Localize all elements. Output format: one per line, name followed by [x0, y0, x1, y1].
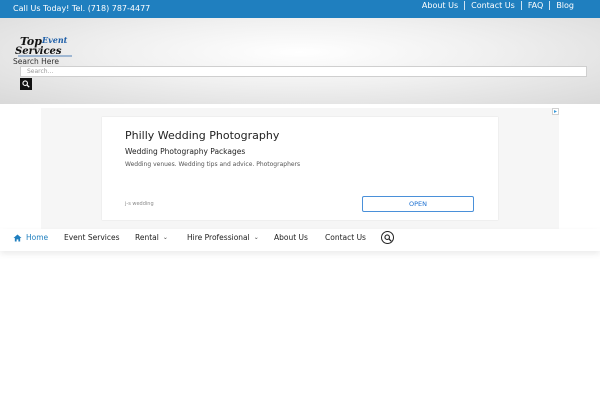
- top-nav: About Us Contact Us FAQ Blog: [416, 0, 580, 10]
- top-link-about-us[interactable]: About Us: [416, 1, 464, 10]
- home-icon: [13, 234, 22, 242]
- chevron-down-icon: ⌄: [162, 234, 168, 241]
- logo-services-text: Services: [15, 46, 62, 57]
- ad-title[interactable]: Philly Wedding Photography: [125, 129, 279, 142]
- nav-item-about-us[interactable]: About Us: [274, 233, 308, 243]
- nav-label-contact-us: Contact Us: [325, 233, 366, 242]
- ad-subtitle: Wedding Photography Packages: [125, 147, 246, 156]
- ad-choices-icon[interactable]: [552, 108, 559, 115]
- top-link-contact-us[interactable]: Contact Us: [464, 0, 521, 10]
- search-label: Search Here: [13, 57, 59, 66]
- search-input[interactable]: [20, 66, 587, 77]
- nav-item-contact-us[interactable]: Contact Us: [325, 233, 366, 243]
- ad-description: Wedding venues. Wedding tips and advice.…: [125, 161, 301, 168]
- logo-event-text: Event: [41, 35, 68, 45]
- site-logo[interactable]: Top Event Services: [14, 34, 76, 58]
- nav-label-rental: Rental: [135, 233, 159, 242]
- search-icon: [22, 80, 30, 88]
- nav-label-about-us: About Us: [274, 233, 308, 242]
- call-us-text: Call Us Today! Tel. (718) 787-4477: [13, 4, 151, 13]
- top-bar: Call Us Today! Tel. (718) 787-4477 About…: [0, 0, 600, 18]
- nav-label-hire-professional: Hire Professional: [187, 233, 250, 242]
- search-icon: [383, 233, 392, 242]
- top-link-blog[interactable]: Blog: [549, 0, 580, 10]
- site-header: Top Event Services Search Here: [0, 18, 600, 104]
- nav-label-home: Home: [26, 233, 49, 242]
- nav-label-event-services: Event Services: [64, 233, 120, 242]
- search-button[interactable]: [20, 78, 32, 90]
- nav-search-button[interactable]: [381, 231, 394, 244]
- main-nav: Home Event Services Rental ⌄ Hire Profes…: [0, 229, 600, 251]
- ad-source: j-s wedding: [125, 201, 154, 207]
- ad-card[interactable]: Philly Wedding Photography Wedding Photo…: [102, 117, 498, 220]
- nav-item-hire-professional[interactable]: Hire Professional ⌄: [187, 233, 259, 243]
- ad-container: Philly Wedding Photography Wedding Photo…: [41, 108, 559, 229]
- ad-open-button[interactable]: OPEN: [362, 196, 474, 212]
- nav-item-home[interactable]: Home: [13, 233, 48, 243]
- nav-item-event-services[interactable]: Event Services: [64, 233, 120, 243]
- top-link-faq[interactable]: FAQ: [520, 0, 550, 10]
- nav-item-rental[interactable]: Rental ⌄: [135, 233, 168, 243]
- chevron-down-icon: ⌄: [253, 234, 259, 241]
